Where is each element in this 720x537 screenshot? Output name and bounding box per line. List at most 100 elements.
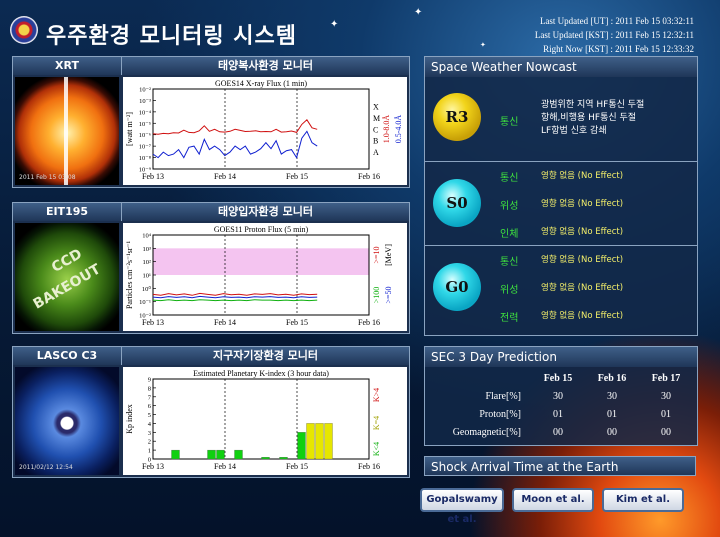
last-updated-kst: Last Updated [KST] : 2011 Feb 15 12:32:1… [534, 30, 694, 40]
prediction-cell: 01 [607, 409, 617, 420]
short-band-label: 0.5-4.0Å [394, 115, 403, 144]
prediction-row-label: Proton[%] [479, 409, 521, 420]
x-tick-label: Feb 14 [214, 172, 236, 181]
image-label-eit195: EIT195 [13, 203, 122, 221]
logo-icon [10, 16, 38, 44]
image-label-xrt: XRT [13, 57, 122, 75]
timestamps: Last Updated [UT] : 2011 Feb 15 03:32:11… [535, 14, 694, 56]
kp-bar [324, 423, 333, 460]
proton-unit-label: [MeV] [384, 244, 393, 266]
x-tick-label: Feb 14 [214, 318, 236, 327]
y-tick-label: 3 [148, 430, 151, 437]
proton-ge10-label: >=10 [372, 246, 381, 263]
kp-index-chart[interactable]: Estimated Planetary K-index (3 hour data… [123, 367, 407, 475]
gopalswamy-button[interactable]: Gopalswamy et al. [420, 488, 504, 525]
y-tick-label: 0 [148, 457, 151, 464]
geomagnetic-storm-badge[interactable]: G0 [433, 263, 481, 311]
nowcast-category: 통신 [500, 117, 519, 128]
y-tick-label: 1 [148, 448, 151, 455]
proton-flux-chart[interactable]: GOES11 Proton Flux (5 min) Feb 13 Feb 14 Fe… [123, 223, 407, 331]
y-tick-label: 10³ [143, 246, 152, 253]
kp-index-svg: Estimated Planetary K-index (3 hour data… [125, 369, 381, 471]
proton-flux-svg: GOES11 Proton Flux (5 min)Feb 13 Feb 14 Fe… [125, 225, 393, 327]
prediction-title: SEC 3 Day Prediction [425, 347, 697, 367]
chart-title: GOES14 X-ray Flux (1 min) [215, 79, 307, 88]
y-tick-label: 10⁻² [139, 313, 151, 320]
solar-radiation-badge[interactable]: S0 [433, 179, 481, 227]
x-tick-label: Feb 16 [358, 318, 380, 327]
app-title: 우주환경 모니터링 시스템 [46, 24, 297, 49]
x-tick-label: Feb 15 [286, 462, 308, 471]
y-tick-label: 10⁴ [142, 233, 152, 240]
last-updated-ut: Last Updated [UT] : 2011 Feb 15 03:32:11 [539, 16, 694, 26]
prediction-cell: 00 [607, 427, 617, 438]
thumb-caption: 2011 Feb 15 03:08 [19, 174, 76, 181]
kp-bar [306, 423, 315, 460]
x-tick-label: Feb 16 [358, 172, 380, 181]
nowcast-category: 통신 [500, 257, 519, 268]
eit195-image[interactable]: CCD BAKEOUT [15, 223, 119, 331]
chart-label-geomagnetic: 지구자기장환경 모니터 [122, 347, 409, 365]
nowcast-value: 광범위한 지역 HF통신 두절 항해,비행용 HF통신 두절 LF항법 신호 감… [541, 100, 645, 136]
nowcast-title: Space Weather Nowcast [425, 57, 697, 77]
flare-class-label: M [373, 114, 380, 123]
alert-band [153, 248, 369, 275]
kp-bar [297, 432, 306, 460]
nowcast-value: 영향 없음 (No Effect) [541, 255, 624, 265]
y-axis-label: Particles cm⁻²s⁻¹sr⁻¹ [125, 240, 134, 309]
y-tick-label: 8 [148, 385, 151, 392]
kp-bar [234, 449, 243, 460]
proton-ge10-series [152, 292, 318, 296]
y-tick-label: 9 [148, 377, 151, 384]
kp-bar [315, 423, 324, 460]
prediction-column-header: Feb 15 [543, 373, 573, 384]
nowcast-value: 영향 없음 (No Effect) [541, 311, 624, 321]
y-tick-label: 10⁰ [142, 285, 152, 293]
x-tick-label: Feb 14 [214, 462, 236, 471]
y-tick-label: 5 [148, 412, 151, 419]
image-label-lasco: LASCO C3 [13, 347, 122, 365]
kp-bar [279, 457, 288, 460]
nowcast-value: 영향 없음 (No Effect) [541, 199, 624, 209]
nowcast-category: 위성 [500, 201, 519, 212]
y-tick-label: 6 [148, 403, 152, 410]
thumb-caption: 2011/02/12 12:54 [19, 464, 73, 471]
y-tick-label: 10¹ [143, 273, 152, 280]
proton-ge50-series [152, 295, 318, 299]
kp-bar [207, 449, 216, 460]
xrt-sun-image[interactable]: 2011 Feb 15 03:08 [15, 77, 119, 185]
kim-button[interactable]: Kim et al. [602, 488, 684, 512]
kp-bar [261, 457, 270, 460]
prediction-cell: 01 [553, 409, 563, 420]
kp-legend-low: K<4 [372, 442, 381, 456]
y-tick-label: 10⁻⁸ [139, 155, 152, 162]
nowcast-value: 영향 없음 (No Effect) [541, 227, 624, 237]
nowcast-panel: Space Weather Nowcast R3 통신 광범위한 지역 HF통신… [424, 56, 698, 336]
xray-flux-chart[interactable]: GOES14 X-ray Flux (1 min) Feb 13 Feb 14 Feb… [123, 77, 407, 185]
radio-blackout-badge[interactable]: R3 [433, 93, 481, 141]
y-tick-label: 4 [148, 421, 152, 428]
lasco-c3-image[interactable]: 2011/02/12 12:54 [15, 367, 119, 475]
flare-class-label: C [373, 125, 378, 134]
x-tick-label: Feb 16 [358, 462, 380, 471]
prediction-cell: 01 [661, 409, 671, 420]
chart-title: GOES11 Proton Flux (5 min) [214, 225, 309, 234]
prediction-column-header: Feb 16 [597, 373, 627, 384]
y-tick-label: 7 [148, 394, 152, 401]
nowcast-value: 영향 없음 (No Effect) [541, 171, 624, 181]
kp-legend-high: K>4 [372, 388, 381, 402]
kp-legend-mid: K=4 [372, 416, 381, 430]
prediction-cell: 30 [553, 391, 563, 402]
y-tick-label: 10⁻⁴ [139, 109, 152, 116]
nowcast-category: 위성 [500, 285, 519, 296]
flare-class-label: B [373, 137, 378, 146]
long-band-label: 1.0-8.0Å [382, 115, 391, 144]
prediction-cell: 00 [553, 427, 563, 438]
y-axis-label: [watt m⁻²] [125, 112, 134, 146]
moon-button[interactable]: Moon et al. [512, 488, 594, 512]
prediction-row-label: Flare[%] [485, 391, 521, 402]
prediction-cell: 30 [607, 391, 617, 402]
solar-particle-panel: EIT195 태양입자환경 모니터 CCD BAKEOUT GOES11 Pro… [12, 202, 410, 334]
nowcast-value: 영향 없음 (No Effect) [541, 283, 624, 293]
chart-title: Estimated Planetary K-index (3 hour data… [193, 369, 329, 378]
